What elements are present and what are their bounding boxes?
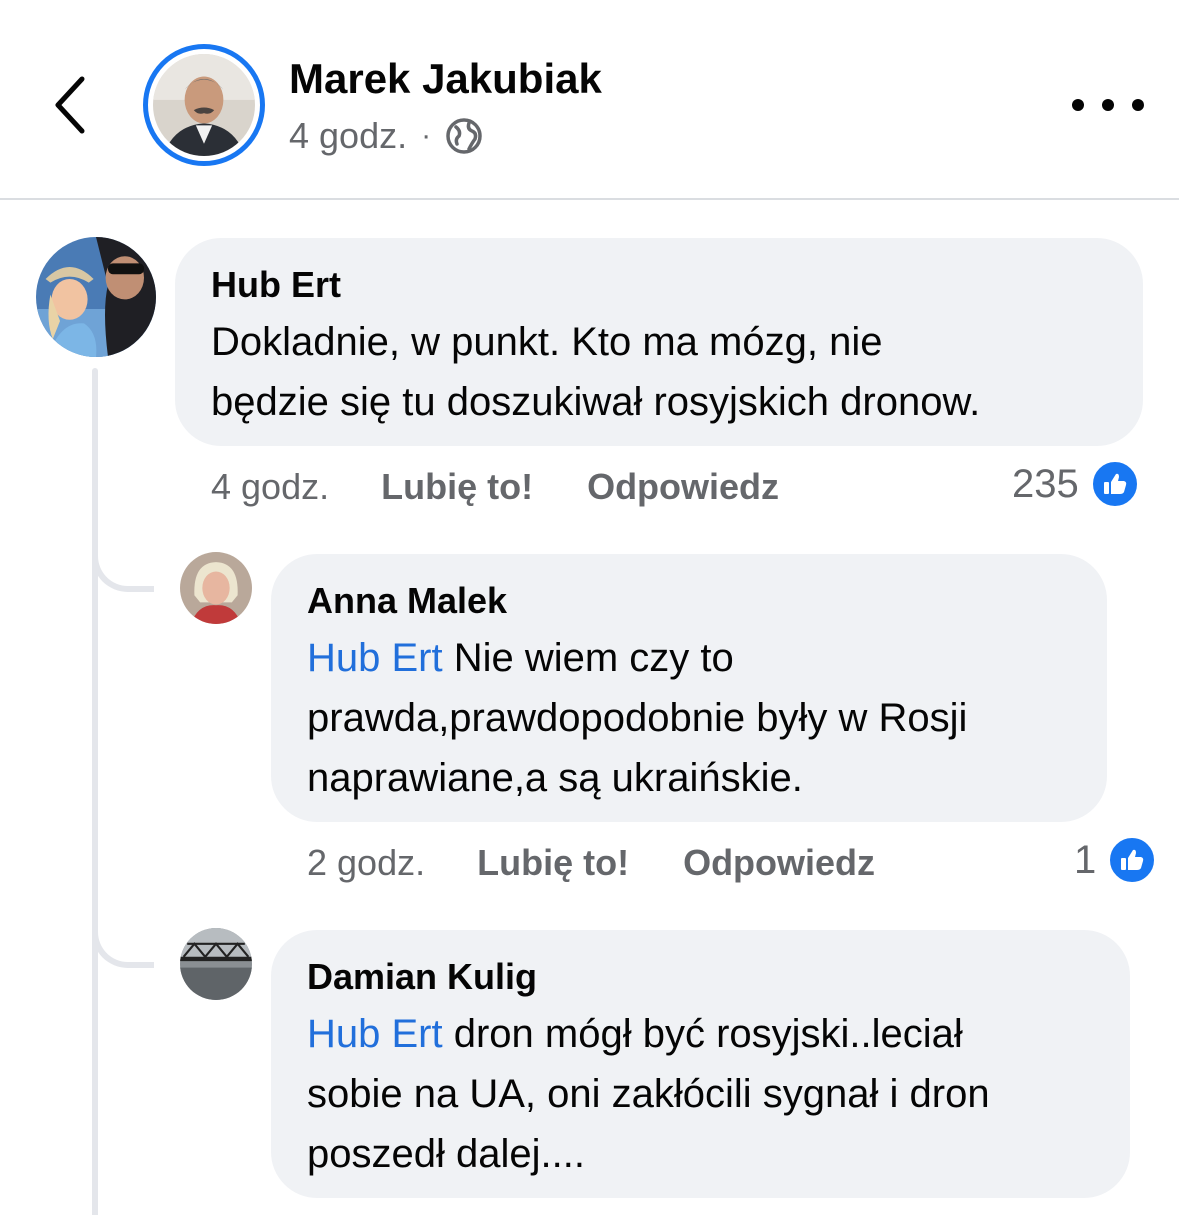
like-button[interactable]: Lubię to!	[381, 466, 533, 508]
comment-author[interactable]: Damian Kulig	[307, 954, 1094, 1000]
chevron-left-icon	[55, 76, 85, 134]
mention-link[interactable]: Hub Ert	[307, 1012, 443, 1056]
more-options-button[interactable]	[1072, 90, 1144, 120]
comment-author[interactable]: Anna Malek	[307, 578, 1071, 624]
comment-text-line: prawda,prawdopodobnie były w Rosji	[307, 696, 968, 740]
reply-thread-line	[92, 368, 98, 1215]
thumbs-up-icon	[1108, 836, 1157, 884]
back-button[interactable]	[40, 70, 100, 140]
comment-actions: 4 godz. Lubię to! Odpowiedz	[211, 462, 779, 512]
post-author-name[interactable]: Marek Jakubiak	[289, 55, 602, 103]
comment-time: 2 godz.	[307, 842, 426, 883]
post-header: Marek Jakubiak 4 godz. ·	[0, 0, 1179, 200]
comment-text-segment: Nie wiem czy to	[442, 636, 734, 680]
mention-link[interactable]: Hub Ert	[307, 636, 443, 680]
author-avatar[interactable]	[143, 44, 265, 166]
commenter-avatar[interactable]	[36, 237, 156, 357]
meta-separator: ·	[421, 119, 432, 152]
comment-bubble: Damian Kulig Hub Ert dron mógł być rosyj…	[271, 930, 1130, 1198]
comment-bubble: Hub Ert Dokladnie, w punkt. Kto ma mózg,…	[175, 238, 1143, 446]
comment-text-line: naprawiane,a są ukraińskie.	[307, 756, 803, 800]
comment-text: Dokladnie, w punkt. Kto ma mózg, nie będ…	[211, 312, 1107, 432]
comment-text-line: sobie na UA, oni zakłócili sygnał i dron	[307, 1072, 990, 1116]
more-dot	[1102, 99, 1114, 111]
post-meta: 4 godz. ·	[289, 112, 483, 160]
reply-button[interactable]: Odpowiedz	[587, 466, 779, 508]
comment-text-line: Dokladnie, w punkt. Kto ma mózg, nie	[211, 320, 883, 364]
commenter-avatar[interactable]	[180, 552, 252, 624]
comment-text-line: Hub Ert dron mógł być rosyjski..leciał	[307, 1004, 1094, 1064]
reply-thread-branch	[92, 928, 154, 968]
more-dot	[1132, 99, 1144, 111]
comment-actions: 2 godz. Lubię to! Odpowiedz	[307, 838, 875, 888]
thumbs-up-icon	[1090, 460, 1139, 508]
reaction-count[interactable]: 1	[1074, 832, 1157, 888]
comment-text-line: poszedł dalej....	[307, 1132, 585, 1176]
comment-text-segment: dron mógł być rosyjski..leciał	[442, 1012, 963, 1056]
reaction-count[interactable]: 235	[1012, 456, 1139, 512]
comment-author[interactable]: Hub Ert	[211, 262, 1107, 308]
comment-text: Hub Ert dron mógł być rosyjski..leciał s…	[307, 1004, 1094, 1184]
comment-text-line: Hub Ert Nie wiem czy to	[307, 628, 1071, 688]
more-dot	[1072, 99, 1084, 111]
reply-button[interactable]: Odpowiedz	[683, 842, 875, 884]
comment-text: Hub Ert Nie wiem czy to prawda,prawdopod…	[307, 628, 1071, 808]
reply-thread-branch	[92, 552, 154, 592]
post-comments-screen: Marek Jakubiak 4 godz. · Hub Ert Dokladn…	[0, 0, 1179, 1215]
comment-text-line: będzie się tu doszukiwał rosyjskich dron…	[211, 380, 981, 424]
post-time: 4 godz.	[289, 115, 408, 156]
like-button[interactable]: Lubię to!	[477, 842, 629, 884]
comment-bubble: Anna Malek Hub Ert Nie wiem czy to prawd…	[271, 554, 1107, 822]
comment-time: 4 godz.	[211, 466, 330, 507]
like-count: 1	[1074, 837, 1097, 882]
like-count: 235	[1012, 461, 1079, 506]
commenter-avatar[interactable]	[180, 928, 252, 1000]
globe-icon	[446, 118, 482, 154]
